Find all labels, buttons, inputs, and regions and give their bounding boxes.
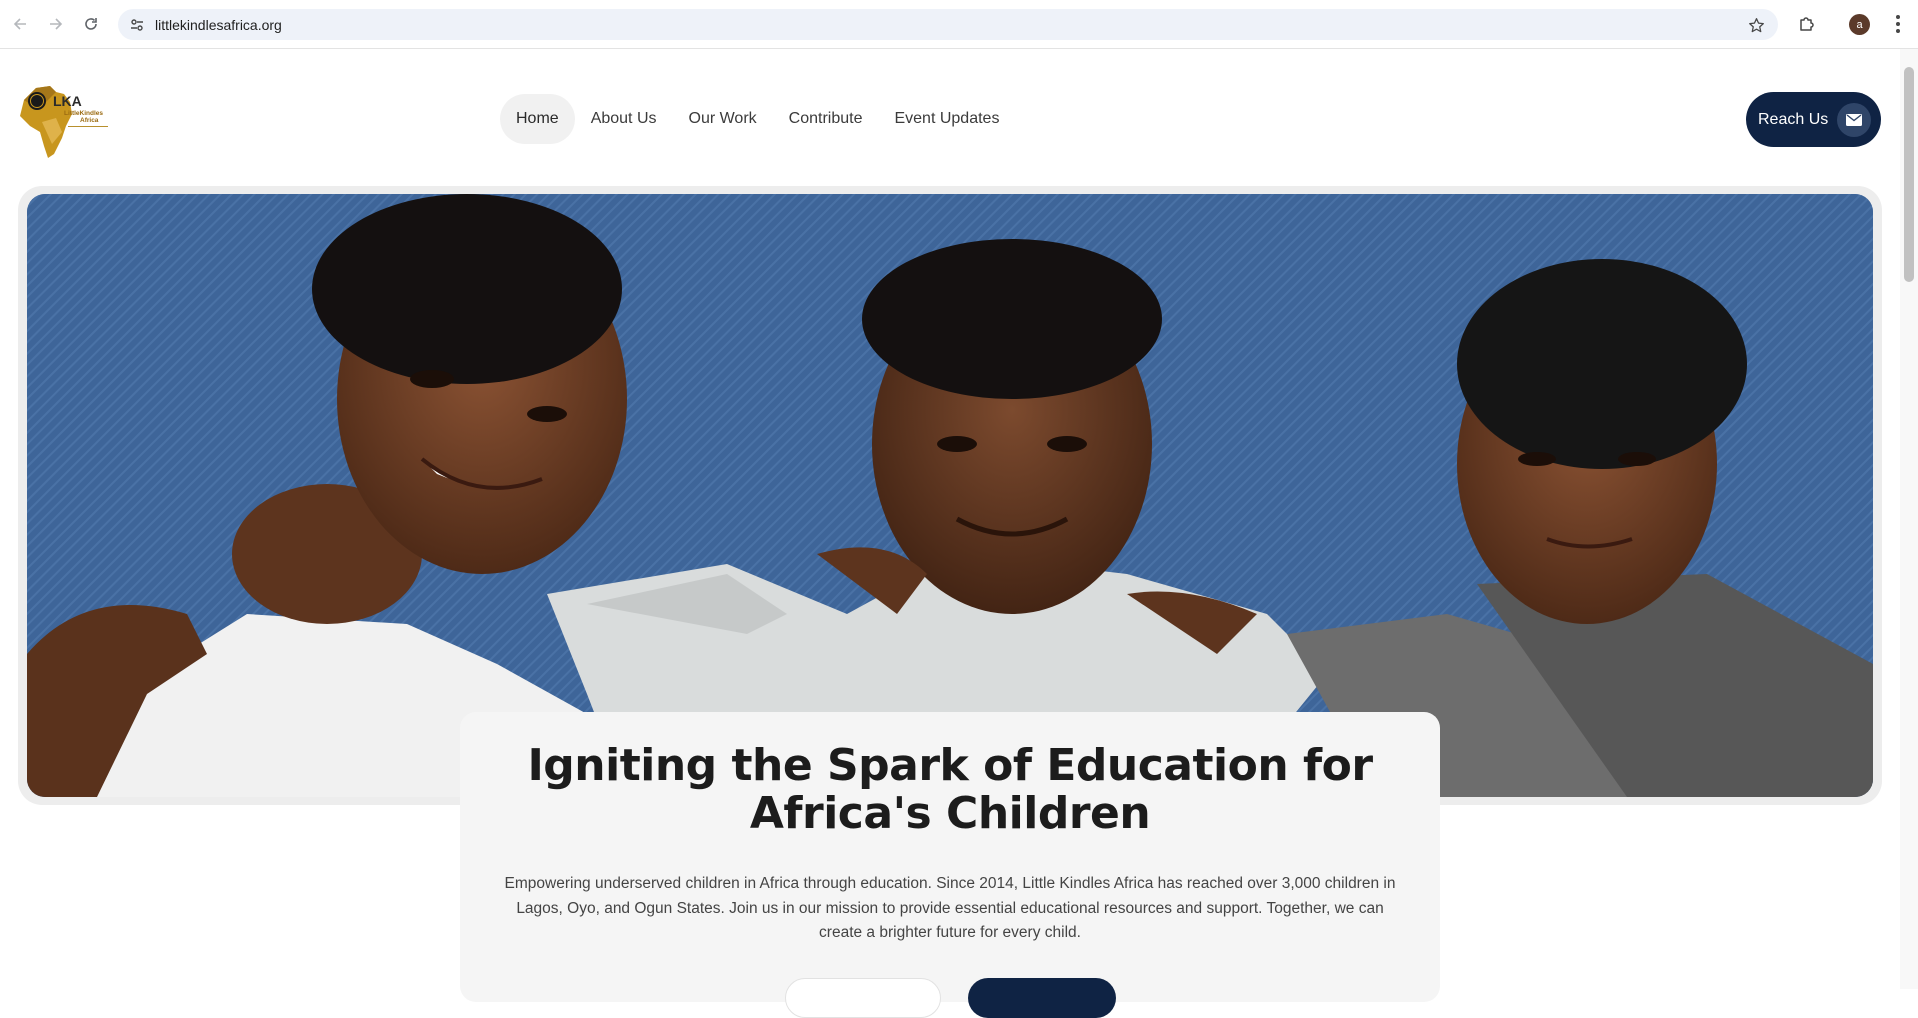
site-logo[interactable]: LKA LittleKindles Africa [16,82,118,160]
hero-content-card: Igniting the Spark of Education for Afri… [460,712,1440,1018]
profile-avatar[interactable]: a [1849,14,1870,35]
logo-abbreviation: LKA [53,93,82,109]
reload-icon[interactable] [80,13,102,35]
logo-name-line1: LittleKindles [64,110,103,117]
logo-name-line2: Africa [80,117,99,124]
envelope-icon [1837,103,1871,137]
site-settings-icon[interactable] [128,16,145,33]
primary-cta-button[interactable] [968,978,1116,1018]
browser-toolbar: littlekindlesafrica.org a [0,0,1918,49]
nav-item-our-work[interactable]: Our Work [673,94,773,144]
url-text[interactable]: littlekindlesafrica.org [155,17,282,33]
back-arrow-icon[interactable] [9,13,31,35]
reach-us-button[interactable]: Reach Us [1746,92,1881,147]
browser-menu-icon[interactable] [1889,13,1907,35]
extensions-puzzle-icon[interactable] [1796,13,1818,35]
hero-image [27,194,1873,797]
main-navigation: Home About Us Our Work Contribute Event … [500,94,1015,144]
forward-arrow-icon[interactable] [45,13,67,35]
bookmark-star-icon[interactable] [1746,15,1766,35]
nav-item-event-updates[interactable]: Event Updates [878,94,1015,144]
site-header: LKA LittleKindles Africa Home About Us O… [0,50,1900,186]
secondary-cta-button[interactable] [785,978,941,1018]
nav-item-contribute[interactable]: Contribute [773,94,879,144]
hero-title: Igniting the Spark of Education for Afri… [527,740,1373,839]
page-scrollbar[interactable] [1900,49,1918,989]
hero-description: Empowering underserved children in Afric… [504,875,1396,941]
address-bar[interactable]: littlekindlesafrica.org [118,9,1778,40]
nav-item-home[interactable]: Home [500,94,575,144]
nav-item-about-us[interactable]: About Us [575,94,673,144]
scrollbar-thumb[interactable] [1904,67,1914,282]
reach-us-label: Reach Us [1758,110,1829,128]
